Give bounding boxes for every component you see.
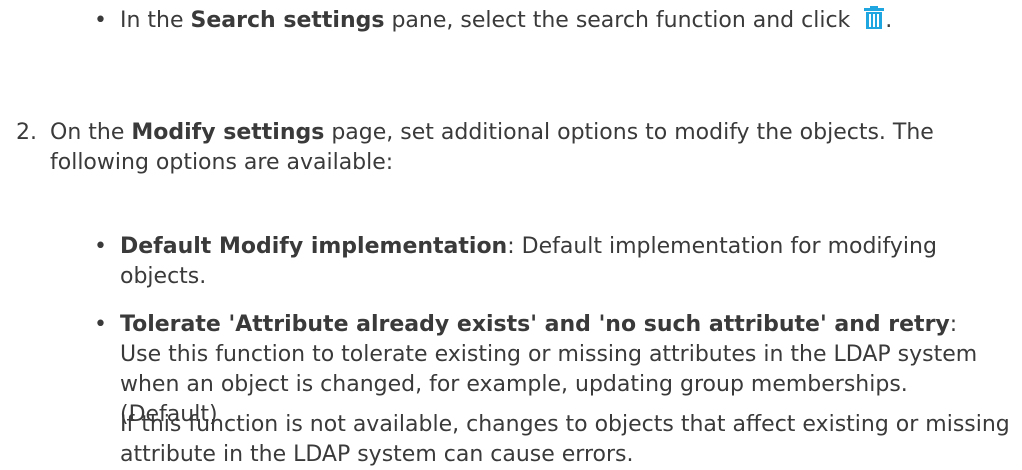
step-2: 2. On the Modify settings page, set addi… (16, 118, 1000, 178)
note-paragraph: If this function is not available, chang… (120, 412, 1010, 467)
option-default-modify: • Default Modify implementation: Default… (94, 232, 1000, 292)
step-number: 2. (16, 120, 37, 145)
bullet-marker: • (94, 312, 107, 337)
bold-tolerate: Tolerate 'Attribute already exists' and … (120, 312, 950, 337)
text: In the (120, 8, 191, 33)
trash-icon (863, 6, 885, 30)
bullet-marker: • (94, 8, 107, 33)
bold-modify-settings: Modify settings (131, 120, 325, 145)
bold-search-settings: Search settings (190, 8, 385, 33)
text: . (885, 8, 893, 33)
text: pane, select the search function and cli… (384, 8, 851, 33)
text: On the (50, 120, 132, 145)
bullet-marker: • (94, 234, 107, 259)
document-page: • In the Search settings pane, select th… (0, 0, 1022, 467)
bullet-search-settings: • In the Search settings pane, select th… (94, 6, 1010, 36)
bold-default-modify: Default Modify implementation (120, 234, 508, 259)
